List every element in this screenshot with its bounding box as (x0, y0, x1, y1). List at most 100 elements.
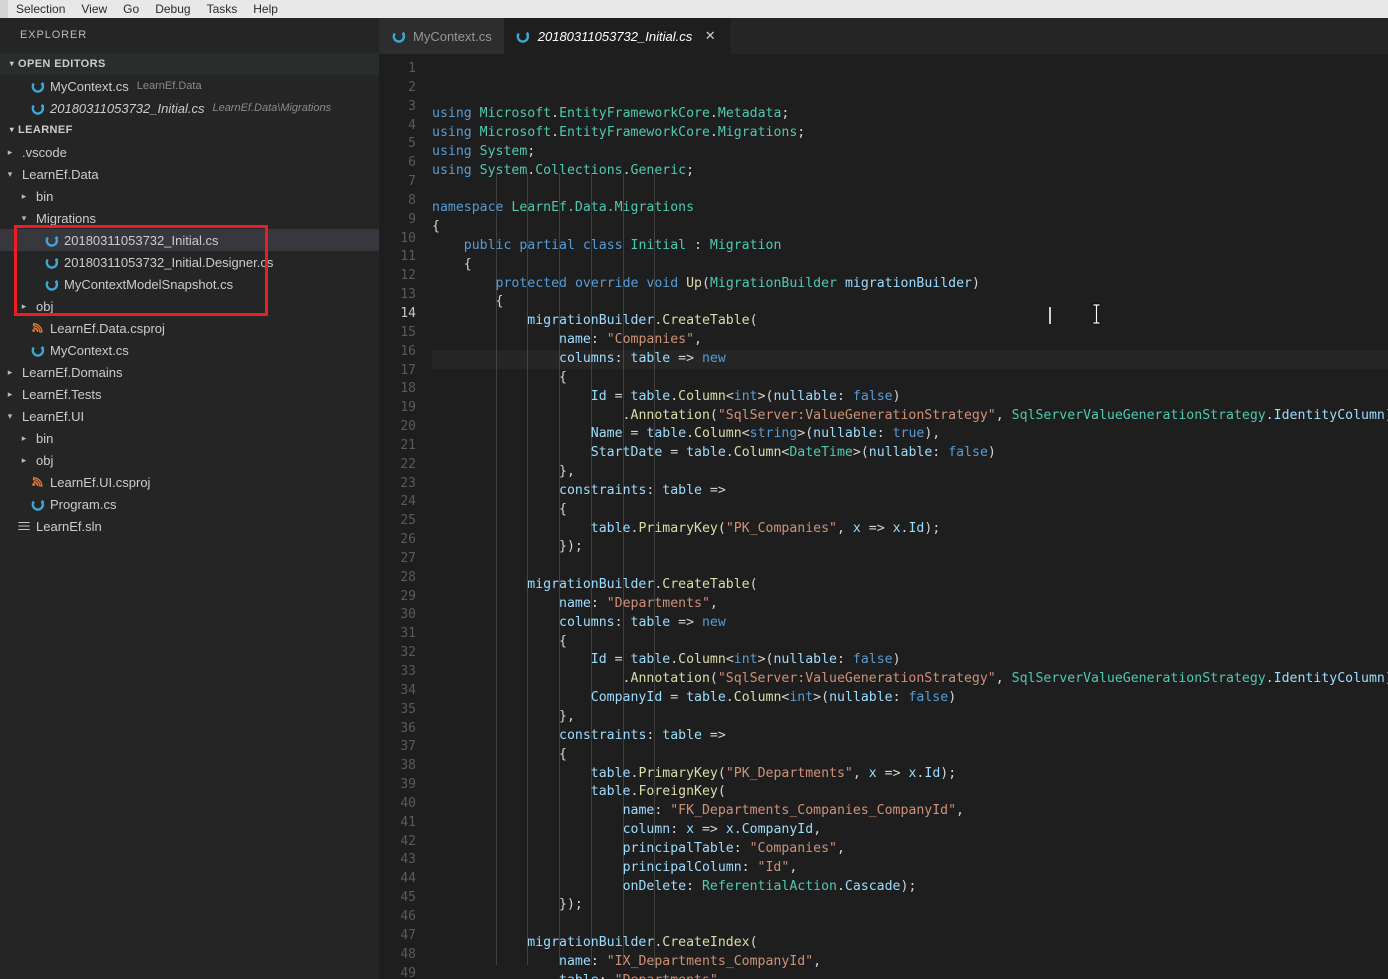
menu-item-s[interactable]: s (0, 0, 8, 18)
code-token: Annotation (630, 671, 710, 687)
code-content[interactable]: using Microsoft.EntityFrameworkCore.Meta… (432, 54, 1388, 979)
tree-item--vscode[interactable]: ▸ .vscode (0, 141, 379, 163)
code-token: ), (924, 426, 941, 442)
code-token: . (622, 162, 631, 178)
tree-item-label: LearnEf.UI.csproj (50, 474, 151, 490)
line-number: 31 (400, 626, 416, 642)
code-token: Migrations (717, 124, 798, 140)
code-token: "FK_Departments_Companies_CompanyId" (670, 803, 957, 819)
tree-item-obj[interactable]: ▸ obj (0, 449, 379, 471)
code-line: table.ForeignKey( (432, 783, 1388, 802)
chevron-right-icon[interactable]: ▸ (18, 427, 30, 449)
chevron-right-icon[interactable]: ▸ (18, 185, 30, 207)
close-icon[interactable]: ✕ (702, 28, 718, 44)
editor-tab-20180311053732-initial-cs[interactable]: 20180311053732_Initial.cs ✕ (503, 18, 731, 54)
workspace-section-header[interactable]: ▾ LEARNEF (0, 119, 379, 141)
code-token: ForeignKey (638, 784, 718, 800)
tree-item-learnef-data[interactable]: ▾ LearnEf.Data (0, 163, 379, 185)
tree-item-program-cs[interactable]: Program.cs (0, 493, 379, 515)
line-number: 46 (400, 908, 416, 924)
code-token: migrationBuilder (527, 935, 655, 951)
line-number-gutter: 1 2 3 4 5 6 7 8 9 10 11 12 13 14 15 16 17 18 19 20 21 22 23 24 2… (379, 54, 432, 979)
code-token: , (718, 973, 726, 979)
tree-item-label: bin (36, 430, 54, 446)
chevron-right-icon[interactable]: ▸ (18, 449, 30, 471)
menu-item-selection[interactable]: Selection (8, 0, 73, 18)
open-editor-item[interactable]: 20180311053732_Initial.cs LearnEf.Data\Mi… (0, 97, 379, 119)
code-token: ; (797, 124, 806, 140)
chevron-right-icon[interactable]: ▸ (4, 361, 16, 383)
chevron-right-icon[interactable]: ▸ (4, 383, 16, 405)
code-token: public (463, 237, 520, 253)
menu-item-tasks[interactable]: Tasks (199, 0, 246, 18)
tree-item-mycontext-cs[interactable]: MyContext.cs (0, 339, 379, 361)
chevron-right-icon[interactable]: ▸ (4, 141, 16, 163)
code-token: System (479, 162, 528, 178)
code-line: .Annotation("SqlServer:ValueGenerationSt… (432, 407, 1388, 426)
tree-item-learnef-domains[interactable]: ▸ LearnEf.Domains (0, 361, 379, 383)
code-token: Column (694, 426, 742, 442)
tree-item-mycontextmodelsnapshot-cs[interactable]: MyContextModelSnapshot.cs (0, 273, 379, 295)
code-token: => (701, 482, 726, 498)
open-editors-section-header[interactable]: ▾ OPEN EDITORS (0, 53, 379, 75)
line-number: 14 (400, 305, 416, 321)
code-editor[interactable]: 1 2 3 4 5 6 7 8 9 10 11 12 13 14 15 16 17 18 19 20 21 22 23 24 2… (379, 54, 1388, 979)
code-token: { (432, 294, 504, 310)
tree-item-learnef-ui-csproj[interactable]: LearnEf.UI.csproj (0, 471, 379, 493)
line-number: 19 (400, 400, 416, 416)
code-token: table (646, 426, 687, 442)
tree-item-bin[interactable]: ▸ bin (0, 185, 379, 207)
tree-item-learnef-sln[interactable]: LearnEf.sln (0, 515, 379, 537)
code-line: using System; (432, 143, 1388, 162)
code-token: CreateTable (662, 577, 750, 593)
line-number: 44 (400, 871, 416, 887)
open-editor-name: 20180311053732_Initial.cs (50, 100, 205, 116)
tree-item-20180311053732-initial-cs[interactable]: 20180311053732_Initial.cs (0, 229, 379, 251)
chevron-down-icon[interactable]: ▾ (4, 163, 16, 185)
menu-item-help[interactable]: Help (245, 0, 286, 18)
code-line: onDelete: ReferentialAction.Cascade); (432, 878, 1388, 897)
code-token: nullable (829, 690, 893, 706)
menu-item-debug[interactable]: Debug (147, 0, 198, 18)
code-token: : (646, 727, 663, 743)
tree-item-learnef-ui[interactable]: ▾ LearnEf.UI (0, 405, 379, 427)
tree-item-label: 20180311053732_Initial.cs (64, 232, 219, 248)
code-token: "SqlServer:ValueGenerationStrategy" (717, 407, 996, 423)
code-token: , (694, 332, 702, 348)
code-token: , (956, 803, 964, 819)
code-token: Name (590, 426, 623, 442)
open-editor-path: LearnEf.Data\Migrations (212, 102, 332, 114)
code-line: table.PrimaryKey("PK_Companies", x => x.… (432, 520, 1388, 539)
code-token: PrimaryKey (638, 765, 718, 781)
tree-item-bin[interactable]: ▸ bin (0, 427, 379, 449)
tree-item-learnef-tests[interactable]: ▸ LearnEf.Tests (0, 383, 379, 405)
line-number: 47 (400, 927, 416, 943)
tree-item-20180311053732-initial-designer-cs[interactable]: 20180311053732_Initial.Designer.cs (0, 251, 379, 273)
code-token: void (646, 275, 687, 291)
chevron-down-icon[interactable]: ▾ (18, 207, 30, 229)
open-editor-item[interactable]: MyContext.cs LearnEf.Data (0, 75, 379, 97)
code-token: , (813, 822, 822, 838)
menu-item-go[interactable]: Go (115, 0, 147, 18)
line-number: 42 (400, 833, 416, 849)
editor-tab-mycontext-cs[interactable]: MyContext.cs (379, 18, 504, 54)
csharp-icon (30, 78, 46, 94)
tree-item-label: Program.cs (50, 496, 117, 512)
chevron-down-icon[interactable]: ▾ (4, 405, 16, 427)
code-token: MigrationBuilder (709, 275, 837, 291)
menu-item-view[interactable]: View (73, 0, 115, 18)
line-number: 49 (400, 965, 416, 979)
code-line: { (432, 746, 1388, 765)
tree-item-learnef-data-csproj[interactable]: LearnEf.Data.csproj (0, 317, 379, 339)
code-line: }); (432, 896, 1388, 915)
code-line: columns: table => new (432, 614, 1388, 633)
code-token: => (876, 765, 909, 781)
tree-item-obj[interactable]: ▸ obj (0, 295, 379, 317)
tree-item-migrations[interactable]: ▾ Migrations (0, 207, 379, 229)
chevron-right-icon[interactable]: ▸ (18, 295, 30, 317)
